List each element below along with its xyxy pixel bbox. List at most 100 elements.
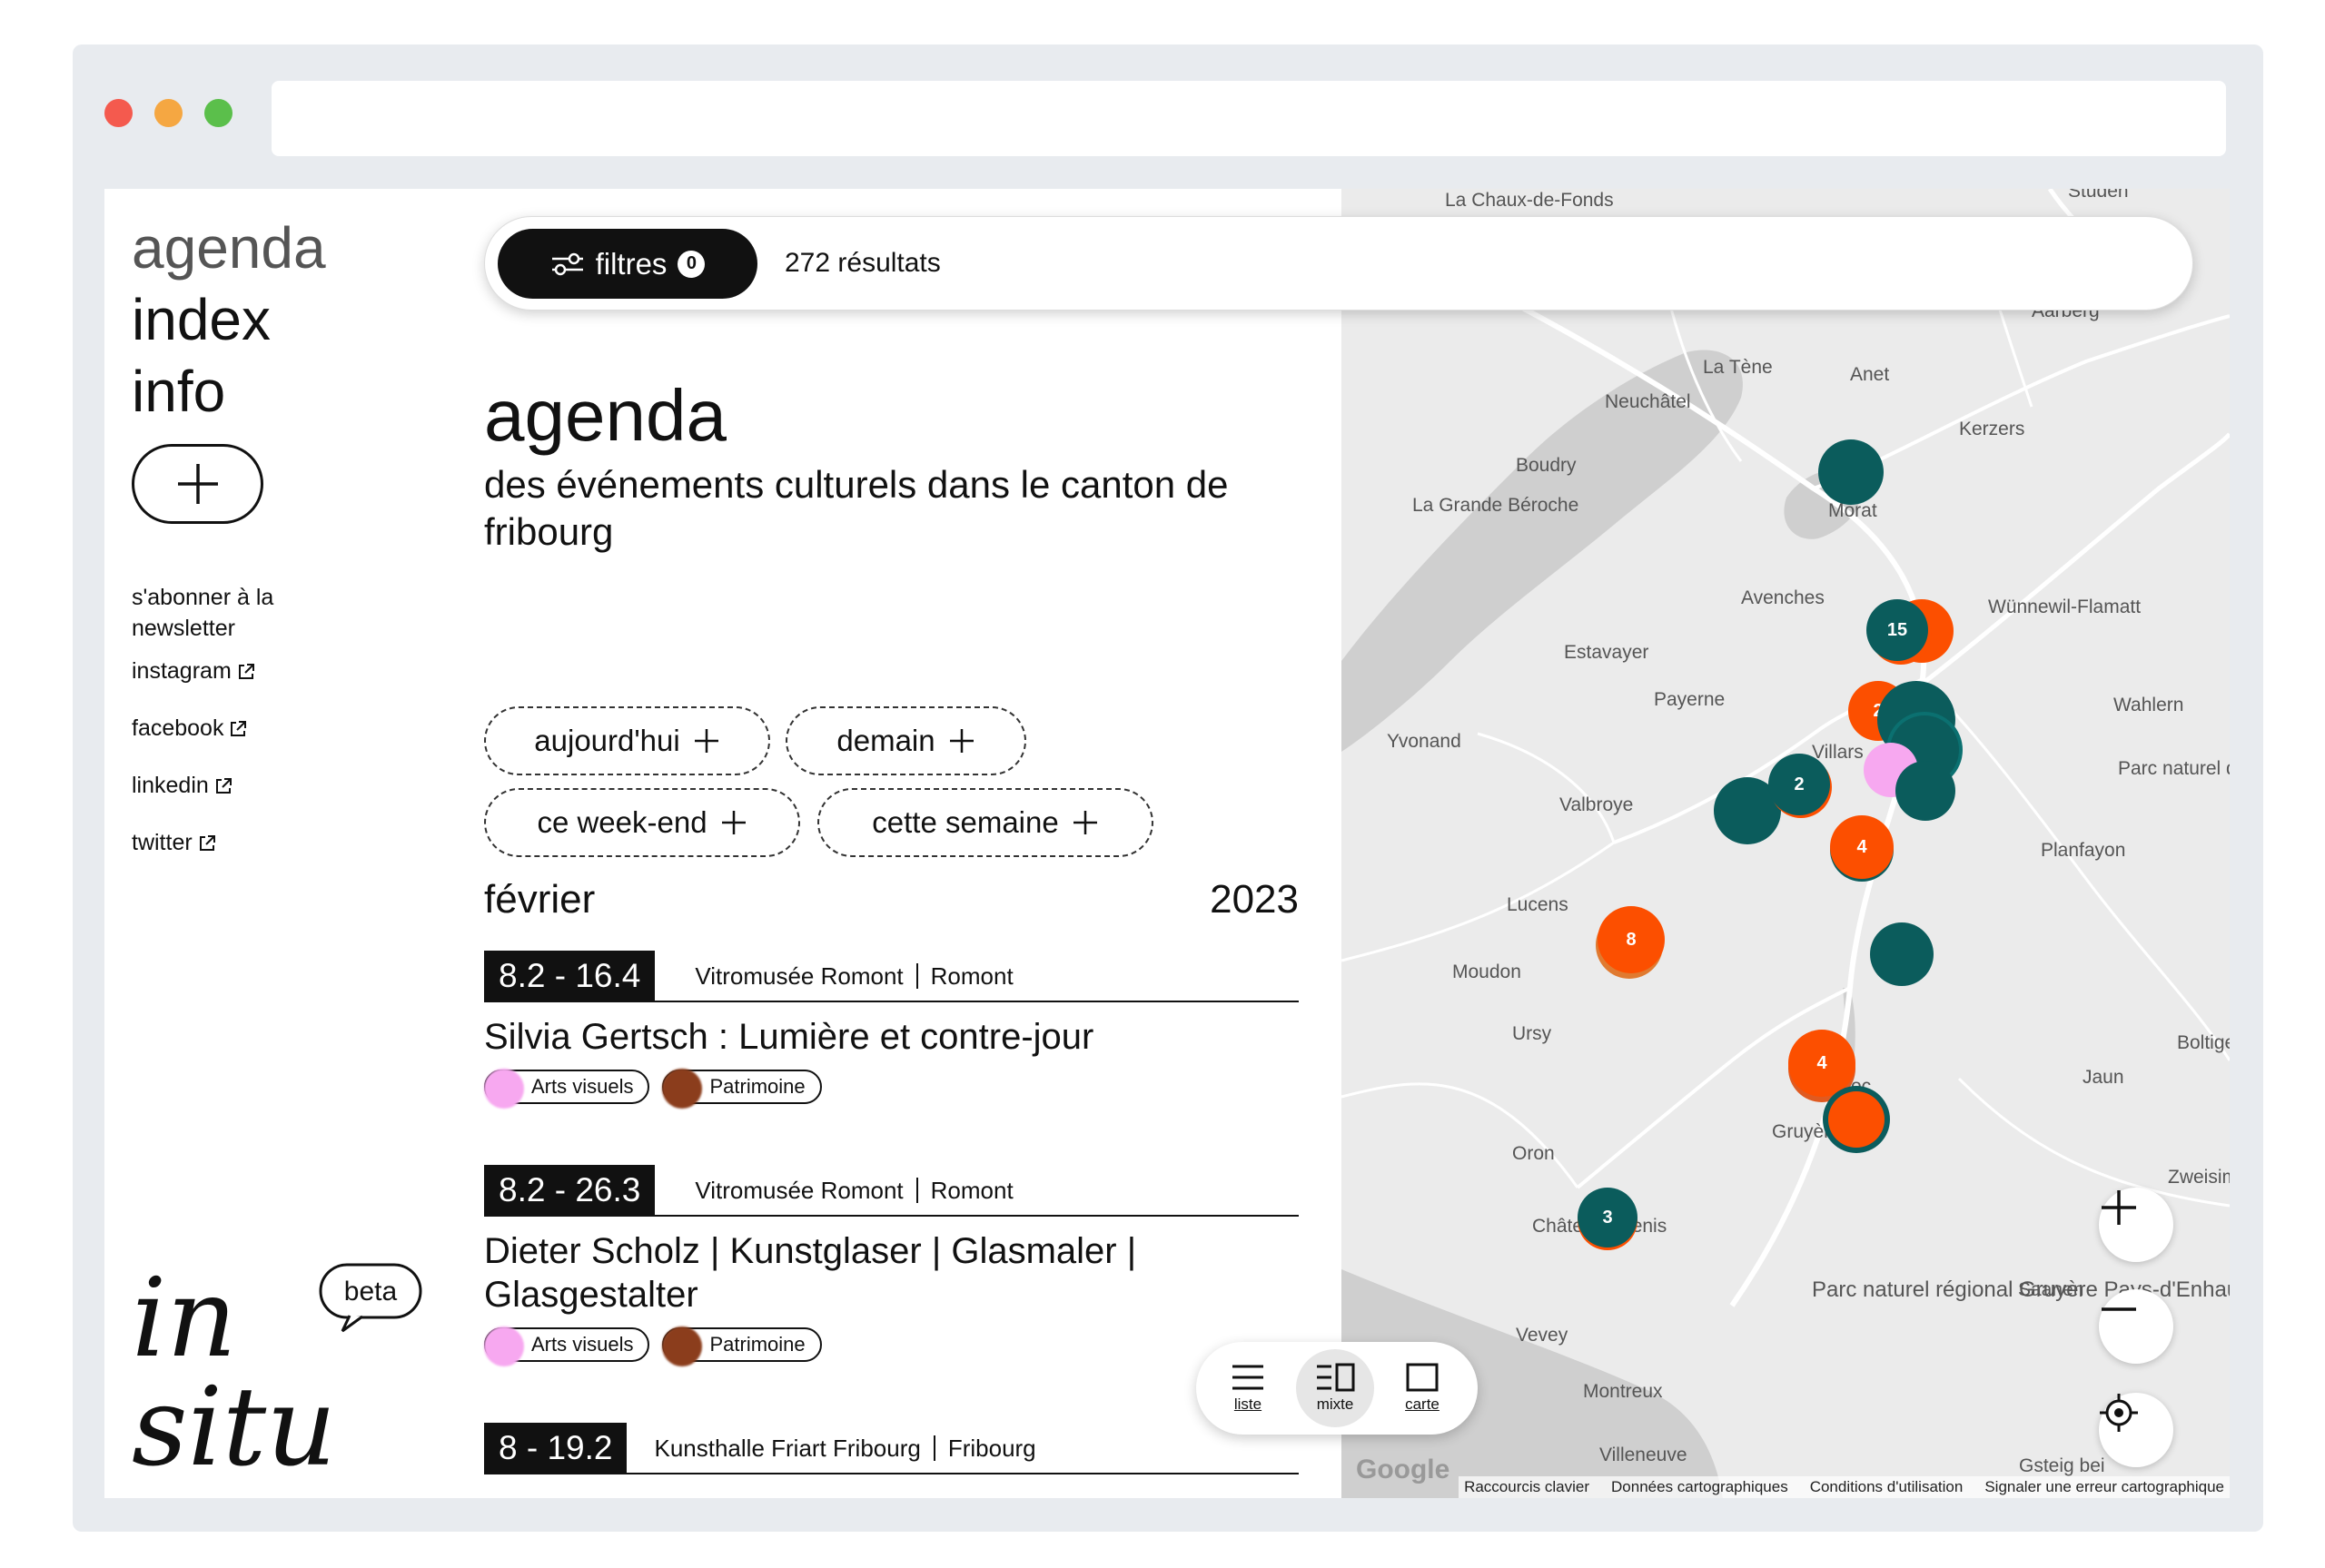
- map-label: Anet: [1850, 364, 1890, 385]
- close-dot[interactable]: [104, 99, 133, 127]
- event-dates: 8.2 - 26.3: [484, 1165, 656, 1216]
- google-logo: Google: [1356, 1455, 1450, 1484]
- map-label: Lucens: [1507, 894, 1568, 915]
- minimize-dot[interactable]: [154, 99, 183, 127]
- map-label: Villeneuve: [1599, 1445, 1687, 1465]
- zoom-in-button[interactable]: [2099, 1188, 2173, 1262]
- attrib-data[interactable]: Données cartographiques: [1611, 1478, 1788, 1496]
- twitter-link[interactable]: twitter: [132, 830, 216, 856]
- map-label: La Grande Béroche: [1412, 495, 1579, 516]
- filters-button[interactable]: filtres 0: [498, 229, 757, 299]
- event-item[interactable]: 8.2 - 26.3 Vitromusée Romont Romont Diet…: [484, 1165, 1299, 1366]
- event-location: Vitromusée Romont Romont: [695, 962, 1013, 991]
- map-label: Planfayon: [2041, 840, 2126, 861]
- map-attribution: Raccourcis clavier Données cartographiqu…: [1459, 1476, 2230, 1498]
- map-label: Villars: [1812, 742, 1864, 763]
- address-bar[interactable]: [272, 81, 2226, 156]
- view-list-button[interactable]: liste: [1209, 1349, 1287, 1427]
- map-label: Wünnewil-Flamatt: [1988, 597, 2142, 617]
- page-subtitle: des événements culturels dans le canton …: [484, 463, 1229, 553]
- tag-color-dot: [484, 1069, 524, 1109]
- event-header: 8 - 19.2 Kunsthalle Friart Fribourg Frib…: [484, 1423, 1299, 1474]
- tag-patrimoine[interactable]: Patrimoine: [662, 1069, 822, 1109]
- beta-label: beta: [344, 1277, 398, 1307]
- separator: [933, 1435, 935, 1461]
- tag-color-dot: [662, 1069, 703, 1109]
- attrib-report[interactable]: Signaler une erreur cartographique: [1984, 1478, 2224, 1496]
- event-item[interactable]: 8.2 - 16.4 Vitromusée Romont Romont Silv…: [484, 951, 1299, 1109]
- event-location: Kunsthalle Friart Fribourg Fribourg: [654, 1435, 1035, 1463]
- map-label: Wahlern: [2113, 695, 2184, 715]
- instagram-link[interactable]: instagram: [132, 658, 255, 685]
- map-label: Kerzers: [1959, 419, 2025, 439]
- tag-arts-visuels[interactable]: Arts visuels: [484, 1069, 650, 1109]
- page-viewport: agenda index info s'abonner à la newslet…: [104, 189, 2230, 1498]
- plus-icon: [1073, 811, 1097, 834]
- map-label: Studen: [2068, 189, 2129, 202]
- map-label: Zweisimmen: [2168, 1167, 2230, 1188]
- event-item[interactable]: 8 - 19.2 Kunsthalle Friart Fribourg Frib…: [484, 1423, 1299, 1474]
- event-dates: 8 - 19.2: [484, 1423, 628, 1474]
- map-cluster[interactable]: 2: [1768, 754, 1830, 815]
- map-label: Jaun: [2083, 1067, 2124, 1088]
- separator: [915, 963, 918, 989]
- map-marker[interactable]: [1895, 761, 1955, 821]
- results-count: 272 résultats: [785, 248, 941, 278]
- attrib-shortcuts[interactable]: Raccourcis clavier: [1464, 1478, 1589, 1496]
- map-label: Yvonand: [1387, 731, 1461, 752]
- linkedin-link[interactable]: linkedin: [132, 773, 232, 799]
- plus-icon: [694, 729, 718, 753]
- facebook-link[interactable]: facebook: [132, 715, 247, 742]
- map-cluster[interactable]: 15: [1866, 599, 1928, 661]
- maximize-dot[interactable]: [204, 99, 232, 127]
- nav-agenda[interactable]: agenda: [132, 212, 326, 284]
- nav-index[interactable]: index: [132, 284, 326, 356]
- event-city: Romont: [930, 1176, 1014, 1204]
- tag-arts-visuels[interactable]: Arts visuels: [484, 1326, 650, 1366]
- event-header: 8.2 - 26.3 Vitromusée Romont Romont: [484, 1165, 1299, 1217]
- event-title[interactable]: Silvia Gertsch : Lumière et contre-jour: [484, 1015, 1299, 1059]
- zoom-out-button[interactable]: [2099, 1289, 2173, 1364]
- view-mixed-label: mixte: [1316, 1395, 1354, 1413]
- tag-label: Patrimoine: [709, 1075, 806, 1098]
- split-view-icon: [1317, 1363, 1355, 1392]
- chip-this-week[interactable]: cette semaine: [817, 788, 1153, 857]
- sliders-icon: [551, 252, 583, 275]
- add-event-button[interactable]: [132, 444, 263, 524]
- map-cluster[interactable]: 8: [1598, 906, 1665, 973]
- event-title[interactable]: Dieter Scholz | Kunstglaser | Glasmaler …: [484, 1229, 1299, 1317]
- view-toggle: liste mixte carte: [1196, 1342, 1478, 1435]
- nav-info[interactable]: info: [132, 356, 326, 428]
- map-cluster[interactable]: 4: [1830, 815, 1894, 879]
- month-year: 2023: [1210, 877, 1299, 922]
- map-cluster[interactable]: 3: [1578, 1188, 1637, 1247]
- map[interactable]: La Chaux-de-Fonds Studen Aarberg La Tène…: [1341, 189, 2230, 1498]
- map-label: Parc naturel régional Gruyère Pays-d'Enh…: [1812, 1278, 2230, 1302]
- locate-button[interactable]: [2099, 1393, 2173, 1467]
- tag-patrimoine[interactable]: Patrimoine: [662, 1326, 822, 1366]
- logo-line2: situ: [132, 1365, 336, 1478]
- filters-label: filtres: [595, 246, 668, 281]
- tag-label: Patrimoine: [709, 1333, 806, 1356]
- map-marker[interactable]: [1818, 439, 1884, 505]
- insitu-logo[interactable]: in situ beta: [132, 1260, 431, 1478]
- view-map-button[interactable]: carte: [1383, 1349, 1461, 1427]
- chip-weekend[interactable]: ce week-end: [484, 788, 800, 857]
- month-header: février 2023: [484, 877, 1299, 922]
- chip-tomorrow[interactable]: demain: [786, 706, 1026, 775]
- tag-color-dot: [662, 1326, 703, 1366]
- map-marker[interactable]: [1828, 1091, 1885, 1148]
- map-marker[interactable]: [1870, 922, 1934, 986]
- map-label: Oron: [1512, 1143, 1555, 1164]
- attrib-terms[interactable]: Conditions d'utilisation: [1810, 1478, 1964, 1496]
- tag-label: Arts visuels: [531, 1333, 634, 1356]
- chip-today[interactable]: aujourd'hui: [484, 706, 770, 775]
- newsletter-link[interactable]: s'abonner à la newsletter: [132, 582, 313, 644]
- twitter-label: twitter: [132, 830, 193, 855]
- map-label: Vevey: [1516, 1325, 1568, 1346]
- facebook-label: facebook: [132, 715, 224, 741]
- map-label: Payerne: [1654, 689, 1726, 710]
- view-mixed-button[interactable]: mixte: [1296, 1349, 1374, 1427]
- map-cluster[interactable]: 4: [1788, 1030, 1855, 1097]
- agenda-header: agenda des événements culturels dans le …: [484, 370, 1301, 556]
